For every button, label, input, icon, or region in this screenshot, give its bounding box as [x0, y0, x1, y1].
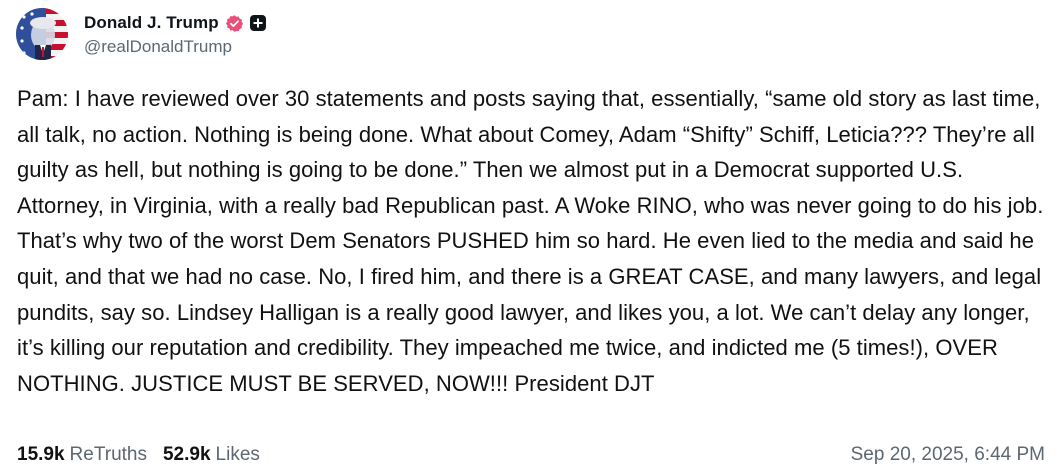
- retruths-count: 15.9k: [17, 444, 65, 465]
- verified-badge-icon: [225, 14, 244, 33]
- retruths-label: ReTruths: [69, 444, 147, 465]
- author-info: Donald J. Trump @realDonaldTrump: [84, 11, 267, 57]
- retruths-stat[interactable]: 15.9k ReTruths: [17, 444, 147, 466]
- name-row: Donald J. Trump: [84, 11, 267, 35]
- post-footer: 15.9k ReTruths 52.9k Likes Sep 20, 2025,…: [17, 440, 1045, 470]
- likes-stat[interactable]: 52.9k Likes: [163, 444, 260, 466]
- plus-badge-icon: [249, 14, 267, 32]
- post-timestamp[interactable]: Sep 20, 2025, 6:44 PM: [851, 444, 1045, 466]
- truth-post: Donald J. Trump @realDonaldTrump Pam: I …: [0, 0, 1059, 476]
- avatar[interactable]: [16, 8, 68, 60]
- display-name[interactable]: Donald J. Trump: [84, 13, 219, 33]
- post-body-text: Pam: I have reviewed over 30 statements …: [17, 86, 1044, 396]
- likes-count: 52.9k: [162, 444, 211, 465]
- user-handle[interactable]: @realDonaldTrump: [84, 37, 267, 57]
- post-header: Donald J. Trump @realDonaldTrump: [16, 6, 267, 62]
- likes-label: Likes: [215, 444, 260, 465]
